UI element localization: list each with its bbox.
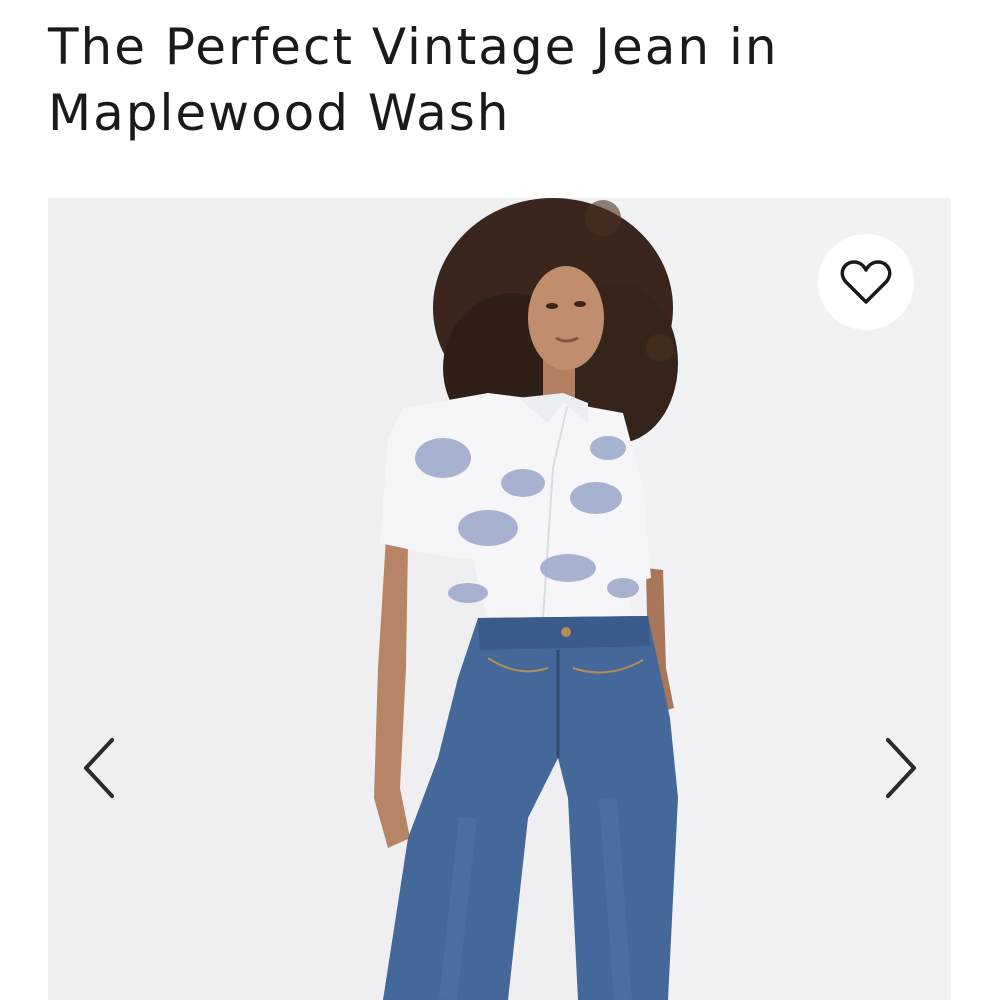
product-photo [48, 198, 951, 1000]
product-title: The Perfect Vintage Jean in Maplewood Wa… [48, 18, 779, 142]
product-image-gallery[interactable] [48, 198, 951, 1000]
heart-icon [840, 260, 892, 304]
next-image-button[interactable] [870, 728, 930, 808]
favorite-button[interactable] [818, 234, 914, 330]
chevron-right-icon [886, 738, 916, 798]
chevron-left-icon [84, 738, 114, 798]
previous-image-button[interactable] [70, 728, 130, 808]
